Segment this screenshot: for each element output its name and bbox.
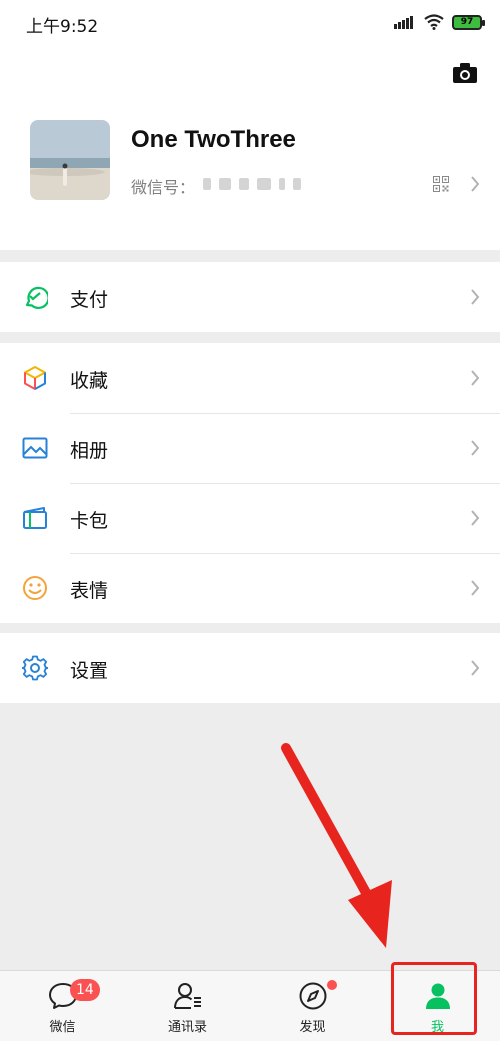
unread-badge: 14 bbox=[70, 979, 100, 1001]
status-time: 上午9:52 bbox=[26, 17, 99, 37]
pay-icon bbox=[25, 286, 48, 309]
menu-item-favorites[interactable]: 收藏 bbox=[0, 343, 500, 413]
menu-item-label: 相册 bbox=[70, 440, 109, 462]
chevron-right-icon bbox=[471, 289, 480, 305]
avatar[interactable] bbox=[30, 120, 110, 200]
profile-name: One TwoThree bbox=[131, 126, 296, 153]
menu-item-label: 收藏 bbox=[70, 370, 109, 392]
tab-chats[interactable]: 14 微信 bbox=[0, 971, 125, 1041]
annotation-highlight-box bbox=[391, 962, 477, 1035]
menu-item-pay[interactable]: 支付 bbox=[0, 262, 500, 332]
chevron-right-icon bbox=[471, 440, 480, 456]
menu-item-label: 表情 bbox=[70, 580, 109, 602]
notification-dot bbox=[327, 980, 337, 990]
chevron-right-icon bbox=[471, 510, 480, 526]
wifi-icon bbox=[424, 14, 444, 30]
menu-item-cards[interactable]: 卡包 bbox=[0, 483, 500, 553]
menu-item-album[interactable]: 相册 bbox=[0, 413, 500, 483]
sticker-smile-icon bbox=[23, 576, 47, 600]
status-bar: 上午9:52 97 bbox=[0, 0, 500, 46]
chevron-right-icon bbox=[471, 580, 480, 596]
menu-item-label: 设置 bbox=[70, 660, 109, 682]
settings-gear-icon bbox=[22, 655, 48, 681]
favorites-cube-icon bbox=[24, 366, 46, 390]
menu-item-settings[interactable]: 设置 bbox=[0, 633, 500, 703]
wechat-id-label: 微信号： bbox=[131, 178, 196, 197]
chevron-right-icon bbox=[471, 370, 480, 386]
signal-icon bbox=[394, 15, 416, 29]
services-section: 收藏 相册 卡包 表情 bbox=[0, 343, 500, 623]
album-icon bbox=[22, 437, 48, 459]
menu-item-label: 卡包 bbox=[70, 510, 109, 532]
menu-item-stickers[interactable]: 表情 bbox=[0, 553, 500, 623]
annotation-arrow bbox=[281, 743, 392, 948]
menu-item-label: 支付 bbox=[70, 289, 109, 311]
tab-contacts[interactable]: 通讯录 bbox=[125, 971, 250, 1041]
tab-discover[interactable]: 发现 bbox=[250, 971, 375, 1041]
discover-compass-icon bbox=[299, 982, 327, 1010]
card-wallet-icon bbox=[23, 507, 47, 529]
chevron-right-icon bbox=[471, 176, 480, 192]
contacts-icon bbox=[174, 983, 201, 1009]
tab-label: 微信 bbox=[49, 1020, 76, 1035]
chevron-right-icon bbox=[471, 660, 480, 676]
camera-icon[interactable] bbox=[452, 62, 478, 84]
profile-header[interactable]: One TwoThree 微信号： bbox=[0, 46, 500, 250]
settings-section: 设置 bbox=[0, 633, 500, 703]
qr-code-icon[interactable] bbox=[433, 176, 449, 192]
battery-icon: 97 bbox=[452, 14, 485, 30]
pay-section: 支付 bbox=[0, 262, 500, 332]
status-icons: 97 bbox=[394, 12, 485, 32]
wechat-id-value-blurred bbox=[203, 178, 301, 190]
tab-label: 发现 bbox=[299, 1020, 326, 1035]
tab-label: 通讯录 bbox=[167, 1020, 207, 1035]
